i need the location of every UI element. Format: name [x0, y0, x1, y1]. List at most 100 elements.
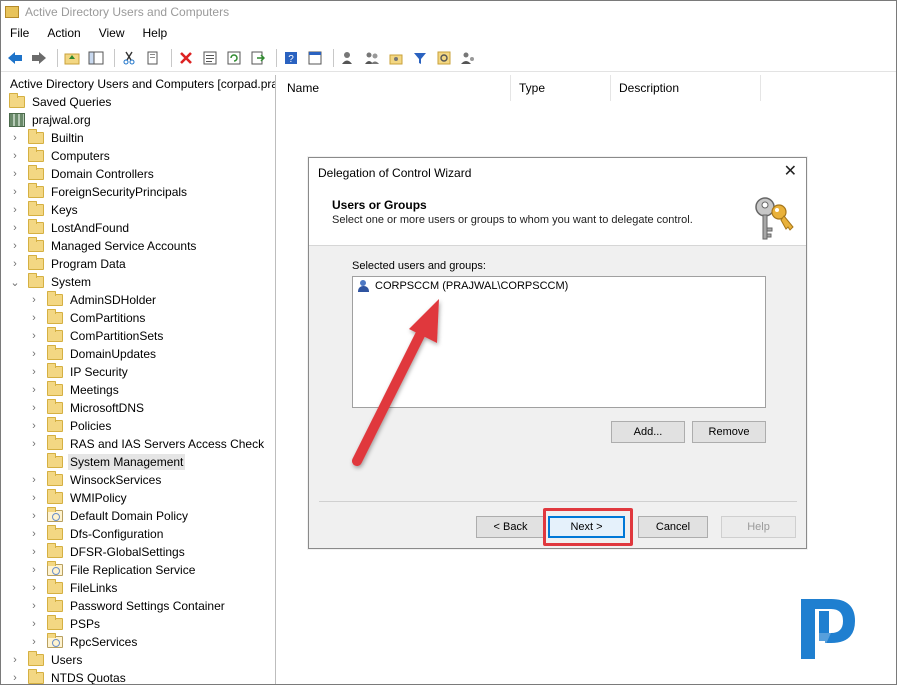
chevron-right-icon[interactable]: › — [10, 219, 20, 237]
chevron-right-icon[interactable]: › — [29, 525, 39, 543]
create-ou-icon[interactable] — [386, 48, 406, 68]
back-button[interactable]: < Back — [476, 516, 545, 538]
column-name[interactable]: Name — [279, 75, 511, 101]
tree-item-dfsr-globalsettings[interactable]: › DFSR-GlobalSettings — [1, 543, 275, 561]
chevron-right-icon[interactable]: › — [10, 165, 20, 183]
chevron-right-icon[interactable]: › — [10, 183, 20, 201]
chevron-right-icon[interactable]: › — [29, 507, 39, 525]
cancel-button[interactable]: Cancel — [638, 516, 708, 538]
find-icon[interactable] — [434, 48, 454, 68]
chevron-right-icon[interactable]: › — [29, 345, 39, 363]
chevron-right-icon[interactable]: › — [10, 147, 20, 165]
menu-action[interactable]: Action — [38, 26, 89, 40]
delete-icon[interactable] — [176, 48, 196, 68]
tree-root[interactable]: Active Directory Users and Computers [co… — [1, 75, 275, 93]
tree-item-ntds-quotas[interactable]: › NTDS Quotas — [1, 669, 275, 684]
tree-item-wmipolicy[interactable]: › WMIPolicy — [1, 489, 275, 507]
chevron-right-icon[interactable]: › — [29, 543, 39, 561]
refresh-icon[interactable] — [224, 48, 244, 68]
tree-item-lostandfound[interactable]: › LostAndFound — [1, 219, 275, 237]
cut-icon[interactable] — [119, 48, 139, 68]
help-icon[interactable]: ? — [281, 48, 301, 68]
tree-item-users[interactable]: › Users — [1, 651, 275, 669]
tree-item-domain-controllers[interactable]: › Domain Controllers — [1, 165, 275, 183]
chevron-right-icon[interactable]: › — [29, 381, 39, 399]
tree-item-compartitions[interactable]: › ComPartitions — [1, 309, 275, 327]
tree-item-ras-and-ias-servers-access-check[interactable]: › RAS and IAS Servers Access Check — [1, 435, 275, 453]
tree-item-policies[interactable]: › Policies — [1, 417, 275, 435]
menu-file[interactable]: File — [1, 26, 38, 40]
tree-item-ip-security[interactable]: › IP Security — [1, 363, 275, 381]
chevron-down-icon[interactable]: ⌄ — [10, 273, 20, 291]
tree-item-foreignsecurityprincipals[interactable]: › ForeignSecurityPrincipals — [1, 183, 275, 201]
export-list-icon[interactable] — [248, 48, 268, 68]
chevron-right-icon[interactable]: › — [10, 129, 20, 147]
filter-icon[interactable] — [410, 48, 430, 68]
selected-users-label: Selected users and groups: — [352, 260, 486, 272]
chevron-right-icon[interactable]: › — [10, 669, 20, 684]
tree-item-saved-queries[interactable]: Saved Queries — [1, 93, 275, 111]
tree-item-winsockservices[interactable]: › WinsockServices — [1, 471, 275, 489]
chevron-right-icon[interactable]: › — [10, 255, 20, 273]
chevron-right-icon[interactable]: › — [29, 579, 39, 597]
chevron-right-icon[interactable]: › — [29, 633, 39, 651]
tree-item-computers[interactable]: › Computers — [1, 147, 275, 165]
column-type[interactable]: Type — [511, 75, 611, 101]
chevron-right-icon[interactable] — [29, 453, 39, 471]
tree-item-domainupdates[interactable]: › DomainUpdates — [1, 345, 275, 363]
menu-view[interactable]: View — [90, 26, 134, 40]
tree-item-builtin[interactable]: › Builtin — [1, 129, 275, 147]
tree-item-dfs-configuration[interactable]: › Dfs-Configuration — [1, 525, 275, 543]
tree-item-system-management[interactable]: System Management — [1, 453, 275, 471]
tree-item-system[interactable]: ⌄ System — [1, 273, 275, 291]
chevron-right-icon[interactable]: › — [29, 561, 39, 579]
chevron-right-icon[interactable]: › — [29, 417, 39, 435]
help-button: Help — [721, 516, 796, 538]
view-icon[interactable] — [305, 48, 325, 68]
tree-item-adminsdholder[interactable]: › AdminSDHolder — [1, 291, 275, 309]
tree-item-meetings[interactable]: › Meetings — [1, 381, 275, 399]
chevron-right-icon[interactable]: › — [29, 471, 39, 489]
chevron-right-icon[interactable]: › — [29, 489, 39, 507]
tree-item-compartitionsets[interactable]: › ComPartitionSets — [1, 327, 275, 345]
chevron-right-icon[interactable]: › — [29, 435, 39, 453]
chevron-right-icon[interactable]: › — [10, 201, 20, 219]
chevron-right-icon[interactable]: › — [29, 327, 39, 345]
chevron-right-icon[interactable]: › — [29, 363, 39, 381]
tree-item-managed-service-accounts[interactable]: › Managed Service Accounts — [1, 237, 275, 255]
tree-item-program-data[interactable]: › Program Data — [1, 255, 275, 273]
folder-icon — [47, 381, 63, 396]
create-group-icon[interactable] — [362, 48, 382, 68]
tree-item-password-settings-container[interactable]: › Password Settings Container — [1, 597, 275, 615]
tree-item-file-replication-service[interactable]: › File Replication Service — [1, 561, 275, 579]
copy-icon[interactable] — [143, 48, 163, 68]
chevron-right-icon[interactable]: › — [29, 597, 39, 615]
properties-icon[interactable] — [200, 48, 220, 68]
chevron-right-icon[interactable]: › — [29, 309, 39, 327]
chevron-right-icon[interactable]: › — [10, 651, 20, 669]
tree-item-psps[interactable]: › PSPs — [1, 615, 275, 633]
tree-item-default-domain-policy[interactable]: › Default Domain Policy — [1, 507, 275, 525]
console-tree[interactable]: Active Directory Users and Computers [co… — [1, 75, 276, 684]
back-arrow-icon[interactable] — [5, 48, 25, 68]
tree-item-rpcservices[interactable]: › RpcServices — [1, 633, 275, 651]
tree-item-keys[interactable]: › Keys — [1, 201, 275, 219]
tree-item-microsoftdns[interactable]: › MicrosoftDNS — [1, 399, 275, 417]
column-description[interactable]: Description — [611, 75, 761, 101]
chevron-right-icon[interactable]: › — [29, 615, 39, 633]
chevron-right-icon[interactable]: › — [29, 399, 39, 417]
close-icon[interactable]: ✕ — [784, 164, 797, 180]
up-folder-icon[interactable] — [62, 48, 82, 68]
remove-button[interactable]: Remove — [692, 421, 766, 443]
chevron-right-icon[interactable]: › — [10, 237, 20, 255]
add-to-group-icon[interactable] — [458, 48, 478, 68]
show-hide-console-tree-icon[interactable] — [86, 48, 106, 68]
forward-arrow-icon[interactable] — [29, 48, 49, 68]
menu-help[interactable]: Help — [134, 26, 177, 40]
create-user-icon[interactable] — [338, 48, 358, 68]
add-button[interactable]: Add... — [611, 421, 685, 443]
chevron-right-icon[interactable]: › — [29, 291, 39, 309]
tree-item-prajwal-org[interactable]: prajwal.org — [1, 111, 275, 129]
tree-item-filelinks[interactable]: › FileLinks — [1, 579, 275, 597]
tree-item-label: RAS and IAS Servers Access Check — [70, 437, 265, 451]
